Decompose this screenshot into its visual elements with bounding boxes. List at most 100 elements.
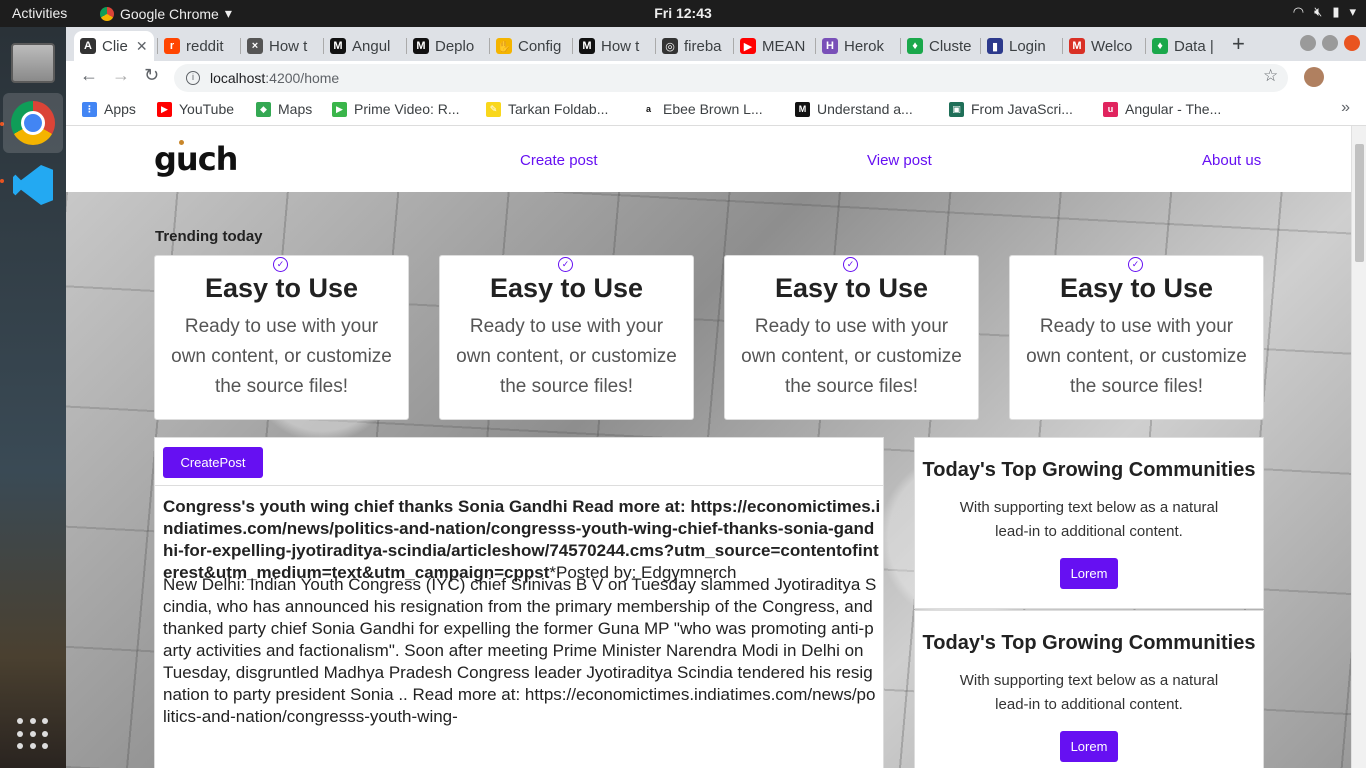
reload-button[interactable]: ↻ [144, 65, 159, 86]
wifi-icon: ◠ [1292, 4, 1305, 19]
bookmark-item[interactable]: ◆ Maps [256, 101, 312, 117]
nav-create-post[interactable]: Create post [520, 152, 598, 169]
scrollbar-thumb[interactable] [1355, 144, 1364, 262]
feature-text: Ready to use with your own content, or c… [1026, 316, 1247, 397]
tab-label: Cluste [929, 37, 972, 55]
trending-heading: Trending today [155, 228, 263, 245]
tab-favicon-icon: M [579, 38, 595, 54]
bookmark-item[interactable]: ✎ Tarkan Foldab... [486, 101, 608, 117]
forward-button[interactable]: → [112, 65, 130, 86]
tab-favicon-icon: ♦ [1152, 38, 1168, 54]
feature-text: Ready to use with your own content, or c… [741, 316, 962, 397]
browser-tab[interactable]: H Herok [816, 31, 898, 61]
battery-icon: ▮ [1332, 4, 1340, 19]
bookmark-label: Tarkan Foldab... [508, 101, 609, 117]
gnome-top-bar: Activities Google Chrome ▾ Fri 12:43 ◠ 🔇… [0, 0, 1366, 27]
files-launcher[interactable] [3, 33, 63, 93]
tab-favicon-icon: M [1069, 38, 1085, 54]
maximize-button[interactable] [1322, 35, 1338, 51]
new-tab-button[interactable]: + [1232, 31, 1245, 57]
browser-tab[interactable]: M Deplo [407, 31, 489, 61]
bookmark-favicon-icon: M [795, 101, 810, 117]
browser-tab[interactable]: r reddit [158, 31, 240, 61]
bookmark-item[interactable]: M Understand a... [795, 101, 913, 117]
community-card-text: With supporting text below as a natural … [959, 499, 1219, 540]
feature-card: ✓ Easy to Use Ready to use with your own… [724, 255, 979, 420]
site-logo[interactable]: guch [154, 140, 238, 178]
files-icon [11, 43, 55, 83]
chrome-window: + A Clie ✕ r reddit × How t M Angul M Deplo ✋ Config… [66, 27, 1366, 768]
bookmark-favicon-icon: ▶ [332, 101, 347, 117]
chrome-launcher[interactable] [3, 93, 63, 153]
check-circle-icon: ✓ [1128, 257, 1143, 272]
browser-tab[interactable]: ♦ Data | [1146, 31, 1228, 61]
tab-label: Welco [1091, 37, 1133, 55]
nav-view-post[interactable]: View post [867, 152, 932, 169]
browser-tab[interactable]: A Clie ✕ [74, 31, 154, 61]
tab-label: Data | [1174, 37, 1214, 55]
close-tab-icon[interactable]: ✕ [136, 38, 148, 55]
bookmark-favicon-icon: ✎ [486, 101, 501, 117]
create-post-button[interactable]: CreatePost [163, 447, 263, 478]
more-bookmarks-icon[interactable]: » [1341, 99, 1350, 117]
browser-tab[interactable]: M How t [573, 31, 655, 61]
bookmark-label: Apps [104, 101, 136, 117]
check-circle-icon: ✓ [273, 257, 288, 272]
community-card-title: Today's Top Growing Communities [922, 632, 1256, 654]
browser-tab[interactable]: ▮ Login [981, 31, 1063, 61]
browser-tab[interactable]: ▶ MEAN [734, 31, 816, 61]
post-card: CreatePost Congress's youth wing chief t… [154, 437, 884, 768]
feature-card: ✓ Easy to Use Ready to use with your own… [439, 255, 694, 420]
browser-tab[interactable]: ♦ Cluste [901, 31, 983, 61]
bookmark-item[interactable]: ⋮ Apps [82, 101, 136, 117]
feature-card: ✓ Easy to Use Ready to use with your own… [154, 255, 409, 420]
chrome-icon [11, 101, 55, 145]
feature-title: Easy to Use [489, 273, 644, 303]
browser-tab[interactable]: M Angul [324, 31, 406, 61]
post-headline[interactable]: Congress's youth wing chief thanks Sonia… [163, 497, 880, 582]
profile-avatar[interactable] [1304, 67, 1324, 87]
bookmark-item[interactable]: ▶ Prime Video: R... [332, 101, 460, 117]
close-window-button[interactable] [1344, 35, 1360, 51]
bookmark-favicon-icon: ▣ [949, 101, 964, 117]
back-button[interactable]: ← [80, 65, 98, 86]
tab-label: How t [269, 37, 308, 55]
bookmark-label: From JavaScri... [971, 101, 1073, 117]
tab-favicon-icon: ◎ [662, 38, 678, 54]
bookmark-item[interactable]: u Angular - The... [1103, 101, 1221, 117]
bookmark-item[interactable]: ▶ YouTube [157, 101, 234, 117]
system-tray[interactable]: ◠ 🔇︎ ▮ ▾ [1293, 4, 1356, 20]
tab-favicon-icon: ✋ [496, 38, 512, 54]
tab-label: Config [518, 37, 562, 55]
minimize-button[interactable] [1300, 35, 1316, 51]
page-scrollbar[interactable] [1351, 126, 1366, 768]
show-applications-icon[interactable] [17, 718, 49, 750]
browser-tab[interactable]: × How t [241, 31, 323, 61]
address-bar[interactable]: i localhost:4200/home [174, 64, 1288, 92]
community-card: Today's Top Growing Communities With sup… [914, 437, 1264, 609]
feature-card: ✓ Easy to Use Ready to use with your own… [1009, 255, 1264, 420]
browser-tab[interactable]: M Welco [1063, 31, 1145, 61]
nav-about-us[interactable]: About us [1202, 152, 1261, 169]
browser-tab[interactable]: ✋ Config [490, 31, 572, 61]
bookmark-label: YouTube [179, 101, 235, 117]
tab-favicon-icon: H [822, 38, 838, 54]
bookmarks-bar: » ⋮ Apps ▶ YouTube ◆ Maps ▶ Prime Video: R... ✎ T… [66, 93, 1366, 126]
browser-tab[interactable]: ◎ fireba [656, 31, 738, 61]
url-host: localhost [210, 70, 266, 86]
tab-label: How t [601, 37, 640, 55]
clock[interactable]: Fri 12:43 [0, 5, 1366, 21]
post-title: Congress's youth wing chief thanks Sonia… [163, 496, 883, 584]
tab-favicon-icon: ♦ [907, 38, 923, 54]
lorem-button[interactable]: Lorem [1060, 731, 1118, 762]
community-card-text: With supporting text below as a natural … [959, 672, 1219, 713]
bookmark-item[interactable]: a Ebee Brown L... [641, 101, 763, 117]
post-card-header [155, 438, 883, 486]
info-icon[interactable]: i [186, 71, 200, 85]
bookmark-item[interactable]: ▣ From JavaScri... [949, 101, 1073, 117]
lorem-button[interactable]: Lorem [1060, 558, 1118, 589]
tab-favicon-icon: r [164, 38, 180, 54]
vscode-launcher[interactable] [3, 155, 63, 215]
bookmark-star-icon[interactable]: ☆ [1263, 66, 1278, 86]
url-path: :4200/home [265, 70, 340, 86]
